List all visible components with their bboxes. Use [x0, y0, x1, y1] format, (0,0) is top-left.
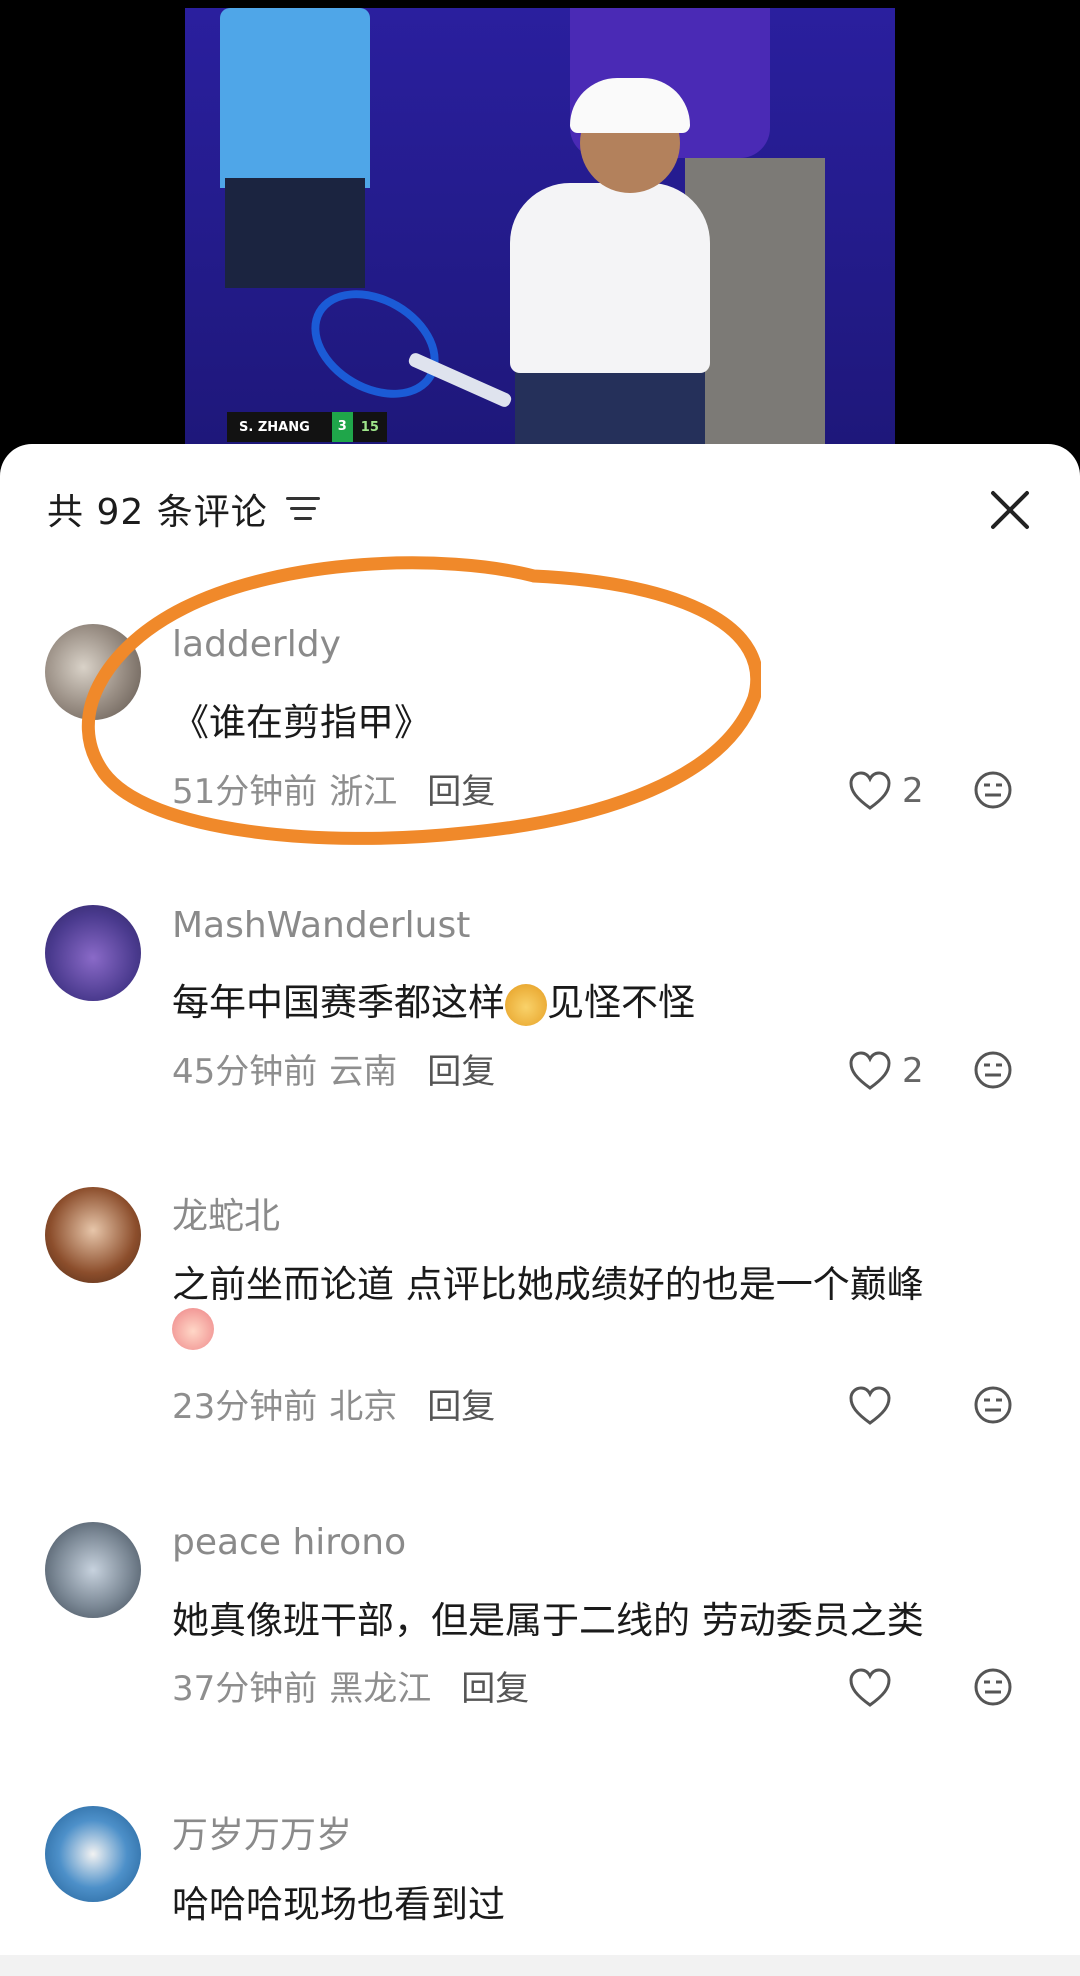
avatar[interactable] — [45, 1522, 141, 1618]
reply-button[interactable]: 回复 — [427, 1379, 495, 1428]
bottom-bar — [0, 1955, 1080, 1976]
comment-location: 北京 — [329, 1387, 398, 1427]
highlight-circle — [81, 556, 761, 845]
close-icon[interactable] — [988, 488, 1032, 532]
video-player[interactable]: S. ZHANG 3 15 — [185, 8, 895, 448]
heart-outline-icon — [849, 771, 891, 810]
scoreboard-games: 15 — [360, 419, 379, 435]
comment-location: 黑龙江 — [329, 1669, 432, 1709]
comment-time: 23分钟前 — [172, 1387, 318, 1427]
like-count: 2 — [902, 771, 924, 811]
scoreboard: S. ZHANG 3 15 — [227, 412, 387, 442]
avatar[interactable] — [45, 1187, 141, 1283]
tennis-player-figure — [510, 183, 710, 373]
neutral-face-icon[interactable] — [973, 1050, 1013, 1090]
comments-header: 共 92 条评论 — [47, 484, 320, 534]
filter-lines-icon[interactable] — [285, 495, 320, 523]
neutral-face-icon[interactable] — [973, 1667, 1013, 1707]
comment-location: 云南 — [329, 1052, 398, 1092]
comment-username[interactable]: peace hirono — [172, 1522, 406, 1563]
comment-text: 每年中国赛季都这样 见怪不怪 — [172, 981, 695, 1026]
like-button[interactable]: 2 — [848, 1046, 924, 1096]
comment-text: 之前坐而论道 点评比她成绩好的也是一个巅峰 — [172, 1263, 924, 1306]
neutral-face-icon[interactable] — [973, 770, 1013, 810]
comment-meta: 37分钟前 黑龙江 回复 — [172, 1661, 529, 1710]
crying-emoji-icon — [172, 1308, 214, 1350]
heart-outline-icon — [849, 1051, 891, 1090]
scoreboard-sets: 3 — [331, 412, 353, 442]
comment-time: 37分钟前 — [172, 1669, 318, 1709]
like-button[interactable] — [848, 1381, 892, 1431]
comment-text: 她真像班干部，但是属于二线的 劳动委员之类 — [172, 1599, 924, 1642]
comment-meta: 23分钟前 北京 回复 — [172, 1379, 495, 1428]
comment-username[interactable]: 龙蛇北 — [172, 1187, 280, 1239]
ball-person-figure — [220, 8, 370, 188]
heart-outline-icon — [849, 1668, 891, 1707]
like-button[interactable]: 2 — [848, 766, 924, 816]
comment-username[interactable]: 万岁万万岁 — [172, 1806, 352, 1858]
comment-time: 45分钟前 — [172, 1052, 318, 1092]
scoreboard-player: S. ZHANG — [239, 419, 310, 435]
heart-outline-icon — [849, 1386, 891, 1425]
comment-username[interactable]: MashWanderlust — [172, 905, 470, 946]
like-button[interactable] — [848, 1663, 892, 1713]
reply-button[interactable]: 回复 — [461, 1661, 529, 1710]
reply-button[interactable]: 回复 — [427, 1044, 495, 1093]
dog-emoji-icon — [505, 983, 547, 1026]
like-count: 2 — [902, 1051, 924, 1091]
avatar[interactable] — [45, 905, 141, 1001]
comment-meta: 45分钟前 云南 回复 — [172, 1044, 495, 1093]
comment-count: 共 92 条评论 — [47, 492, 268, 533]
racket-icon — [292, 268, 458, 420]
comment-text: 哈哈哈现场也看到过 — [172, 1883, 505, 1926]
avatar[interactable] — [45, 1806, 141, 1902]
neutral-face-icon[interactable] — [973, 1385, 1013, 1425]
